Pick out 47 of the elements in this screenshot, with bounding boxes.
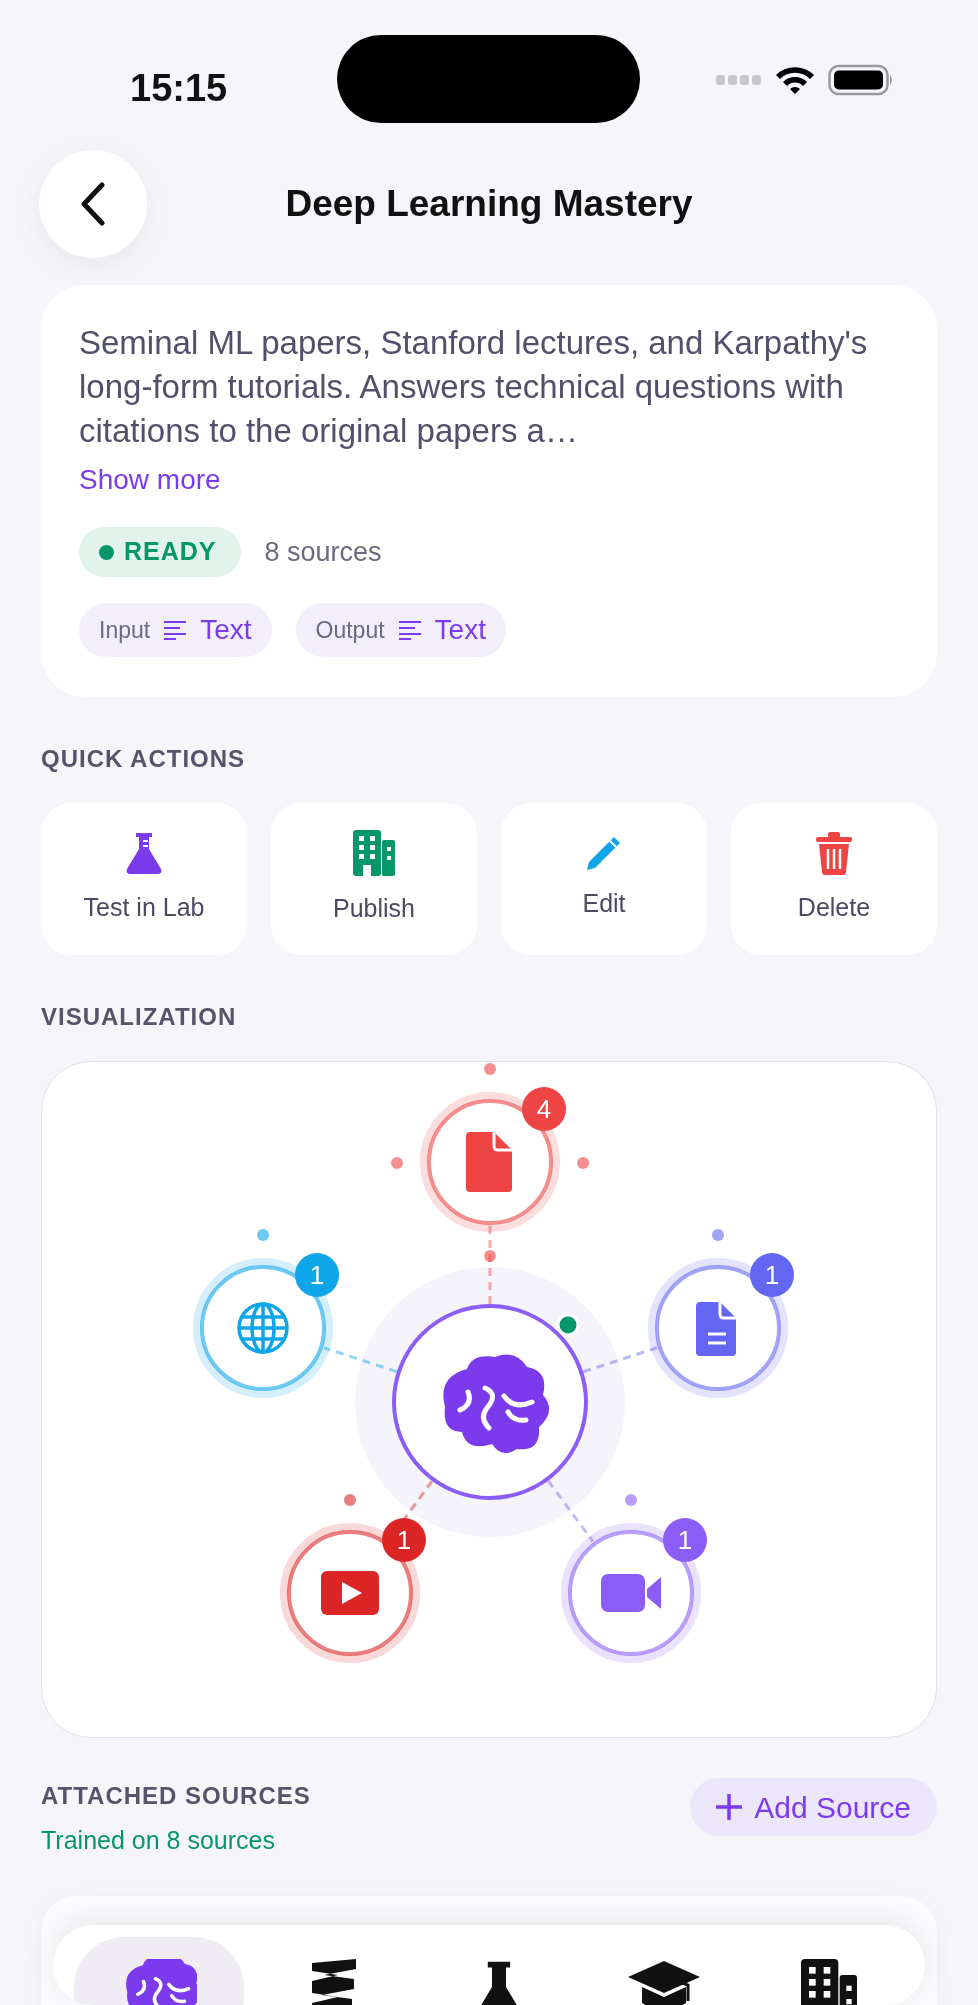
orbit-dot bbox=[712, 1229, 724, 1241]
back-icon bbox=[80, 182, 106, 226]
count-badge: 1 bbox=[295, 1253, 339, 1297]
text-lines-icon bbox=[396, 619, 423, 641]
section-heading: QUICK ACTIONS bbox=[41, 744, 247, 774]
plus-icon bbox=[716, 1794, 743, 1820]
text-lines-icon bbox=[162, 619, 189, 641]
orbit-dot bbox=[391, 1157, 403, 1169]
status-pill: READY bbox=[79, 527, 241, 577]
io-label: Output bbox=[315, 615, 385, 645]
online-dot bbox=[556, 1313, 580, 1337]
globe-icon bbox=[237, 1302, 289, 1354]
wifi-icon bbox=[774, 64, 816, 96]
orbit-dot bbox=[484, 1063, 496, 1075]
video-camera-icon bbox=[601, 1574, 661, 1612]
quick-action-button[interactable]: Test in Lab bbox=[41, 803, 247, 955]
trained-status: Trained on 8 sources bbox=[41, 1825, 276, 1856]
show-more-link[interactable]: Show more bbox=[79, 459, 221, 501]
count-badge: 1 bbox=[382, 1518, 426, 1562]
quick-action-button[interactable]: Delete bbox=[731, 803, 937, 955]
status-time: 15:15 bbox=[130, 66, 228, 111]
section-heading: ATTACHED SOURCES bbox=[41, 1781, 311, 1811]
io-value: Text bbox=[434, 613, 486, 647]
orbit-dot bbox=[625, 1494, 637, 1506]
page-title: Deep Learning Mastery bbox=[285, 182, 693, 227]
battery-icon bbox=[828, 64, 894, 96]
play-icon bbox=[321, 1571, 379, 1615]
document-icon bbox=[696, 1302, 736, 1356]
source-count: 8 sources bbox=[264, 535, 382, 569]
signal-icon bbox=[716, 74, 762, 86]
quick-action-button[interactable]: Edit bbox=[501, 803, 707, 955]
orbit-dot bbox=[344, 1494, 356, 1506]
count-badge: 1 bbox=[750, 1253, 794, 1297]
orbit-dot bbox=[484, 1250, 496, 1262]
model-node[interactable] bbox=[392, 1304, 588, 1500]
count-badge: 4 bbox=[522, 1087, 566, 1131]
io-value: Text bbox=[200, 613, 252, 647]
orbit-dot bbox=[577, 1157, 589, 1169]
brain-icon bbox=[443, 1354, 550, 1453]
io-label: Input bbox=[99, 615, 151, 645]
section-heading: VISUALIZATION bbox=[41, 1002, 238, 1032]
count-badge: 1 bbox=[663, 1518, 707, 1562]
quick-action-button[interactable]: Publish bbox=[271, 803, 477, 955]
document-icon bbox=[466, 1132, 512, 1192]
orbit-dot bbox=[257, 1229, 269, 1241]
description-text: Seminal ML papers, Stanford lectures, and Karpathy's long-form tutorials. Answers technical questions with citations to the original papers a… bbox=[79, 323, 869, 451]
add-source-button[interactable]: Add Source bbox=[690, 1778, 937, 1836]
